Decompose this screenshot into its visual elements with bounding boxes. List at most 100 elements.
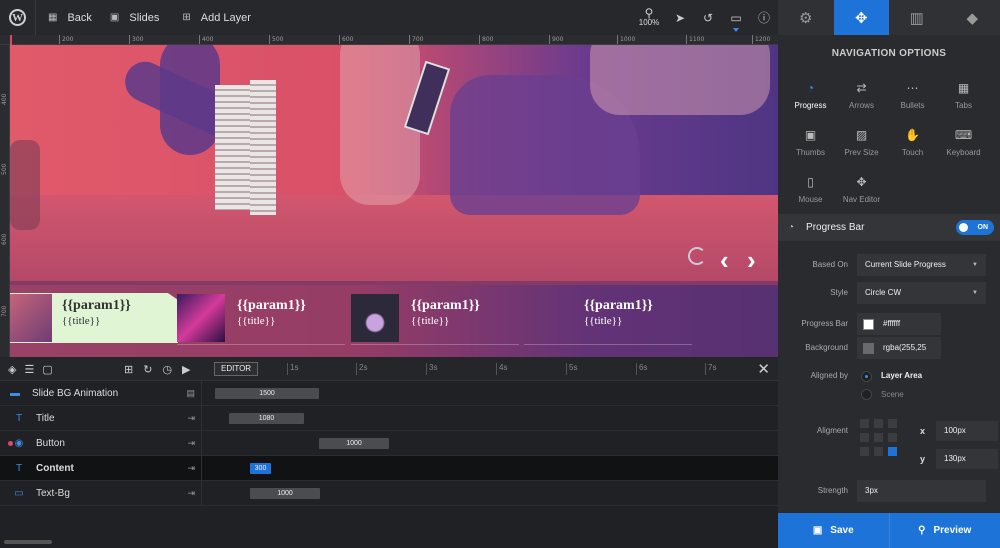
play-icon[interactable]: ▶	[182, 363, 190, 376]
slider-editor: W ▦ Back ▣ Slides ⊞ Add Layer ⚲ 100% ➤ ↺ ▭ ⓘ…	[0, 0, 1000, 548]
alignment-grid	[860, 419, 897, 456]
undo-icon[interactable]: ↺	[694, 0, 722, 35]
layer-label[interactable]: ◉ Button ⇥	[0, 431, 202, 456]
y-offset-input[interactable]: 130px	[936, 449, 998, 469]
keyboard-icon: ⌨	[954, 128, 973, 142]
timeline-bar[interactable]: 1000	[250, 488, 320, 499]
navigation-options-grid: ◔ Progress ⇄ Arrows ⋯ Bullets ▦ Tabs ▣ Thumbs…	[778, 73, 1000, 214]
nav-option-arrows[interactable]: ⇄ Arrows	[836, 81, 887, 120]
timeline-row[interactable]: ◉ Button ⇥ 1000	[0, 431, 778, 456]
timeline-row[interactable]: ▭ Text-Bg ⇥ 1000	[0, 481, 778, 506]
loop-icon[interactable]: ↻	[143, 363, 152, 376]
pointer-icon[interactable]: ➤	[666, 0, 694, 35]
style-row: Style Circle CW ▼	[778, 282, 1000, 304]
align-top-left[interactable]	[860, 419, 869, 428]
color-value: rgba(255,25	[883, 343, 927, 352]
layer-label[interactable]: T Title ⇥	[0, 406, 202, 431]
tab-settings[interactable]: ⚙	[778, 0, 834, 35]
tab-layers[interactable]: ◆	[944, 0, 1000, 35]
wordpress-logo[interactable]: W	[0, 0, 36, 35]
background-color-picker[interactable]: rgba(255,25	[857, 337, 941, 359]
align-bottom-center[interactable]	[874, 447, 883, 456]
nav-option-prev-size[interactable]: ▨ Prev Size	[836, 128, 887, 167]
timeline-playback-tools: ⊞ ↻ ◷ ▶	[124, 357, 191, 381]
prev-arrow-icon[interactable]: ‹	[720, 245, 729, 276]
align-top-right[interactable]	[888, 419, 897, 428]
layers-icon[interactable]: ◈	[8, 363, 16, 376]
toolbar-right: ⚲ 100% ➤ ↺ ▭ ⓘ	[632, 0, 778, 35]
radio-layer-area[interactable]	[861, 371, 872, 382]
progress-bar-settings: Based On Current Slide Progress ▼ Style C…	[778, 241, 1000, 513]
thumbnail-item[interactable]: {{param1}} {{title}}	[10, 293, 178, 343]
back-button[interactable]: ▦ Back	[36, 0, 101, 35]
style-select[interactable]: Circle CW ▼	[857, 282, 986, 304]
x-offset-input[interactable]: 100px	[936, 421, 998, 441]
timeline-row[interactable]: ▬ Slide BG Animation ▤ 1500	[0, 381, 778, 406]
align-middle-right[interactable]	[888, 433, 897, 442]
block-tower	[215, 85, 251, 210]
nav-option-nav-editor[interactable]: ✥ Nav Editor	[836, 175, 887, 214]
timeline-bar[interactable]: 1000	[319, 438, 389, 449]
align-middle-center[interactable]	[874, 433, 883, 442]
help-icon[interactable]: ⓘ	[750, 0, 778, 35]
strength-input[interactable]: 3px	[857, 480, 986, 502]
list-icon[interactable]: ☰	[24, 363, 34, 376]
thumbnail-image	[177, 294, 225, 342]
zoom-control[interactable]: ⚲ 100%	[632, 0, 666, 35]
save-button[interactable]: ▣ Save	[778, 513, 889, 548]
progress-bar-color-picker[interactable]: #ffffff	[857, 313, 941, 335]
nav-option-progress[interactable]: ◔ Progress	[785, 81, 836, 120]
thumbnail-text: {{param1}} {{title}}	[411, 298, 480, 327]
close-icon[interactable]: ✕	[757, 360, 770, 378]
tab-slides[interactable]: ▥	[889, 0, 945, 35]
image-stack-icon: ▤	[186, 388, 195, 398]
nav-option-mouse[interactable]: ▯ Mouse	[785, 175, 836, 214]
nav-option-tabs[interactable]: ▦ Tabs	[938, 81, 989, 120]
based-on-select[interactable]: Current Slide Progress ▼	[857, 254, 986, 276]
timeline-bar[interactable]: 1080	[229, 413, 304, 424]
timeline-scrollbar[interactable]	[4, 540, 52, 544]
slides-button[interactable]: ▣ Slides	[101, 0, 168, 35]
align-bottom-right[interactable]	[888, 447, 897, 456]
end-marker-icon[interactable]: ⇥	[187, 438, 195, 449]
nav-option-bullets[interactable]: ⋯ Bullets	[887, 81, 938, 120]
add-layer-button[interactable]: ⊞ Add Layer	[168, 0, 260, 35]
layer-label[interactable]: ▭ Text-Bg ⇥	[0, 481, 202, 506]
layer-label[interactable]: ▬ Slide BG Animation ▤	[0, 381, 202, 406]
progress-bar-toggle[interactable]: ON	[956, 220, 994, 235]
nav-option-touch[interactable]: ✋ Touch	[887, 128, 938, 167]
text-icon: T	[15, 463, 23, 474]
radio-scene[interactable]	[861, 389, 872, 400]
align-top-center[interactable]	[874, 419, 883, 428]
nav-option-keyboard[interactable]: ⌨ Keyboard	[938, 128, 989, 167]
slide-canvas[interactable]: ‹ › {{param1}} {{title}} {{param1}} {{titl…	[10, 45, 778, 357]
next-arrow-icon[interactable]: ›	[747, 245, 756, 276]
layer-name: Content	[36, 463, 74, 474]
end-marker-icon[interactable]: ⇥	[187, 463, 195, 474]
timeline-row[interactable]: T Title ⇥ 1080	[0, 406, 778, 431]
field-label: Progress Bar	[801, 319, 848, 328]
thumbnail-item[interactable]: {{param1}} {{title}}	[524, 293, 692, 345]
layer-label[interactable]: T Content ⇥	[0, 456, 202, 481]
grid-view-icon[interactable]: ⊞	[124, 363, 133, 376]
folder-icon[interactable]: ▢	[42, 363, 52, 376]
thumbnail-item[interactable]: {{param1}} {{title}}	[177, 293, 345, 345]
timeline-row[interactable]: T Content ⇥ 300	[0, 456, 778, 481]
end-marker-icon[interactable]: ⇥	[187, 413, 195, 424]
editor-tag[interactable]: EDITOR	[214, 362, 259, 376]
thumbnail-item[interactable]: {{param1}} {{title}}	[351, 293, 519, 345]
end-marker-icon[interactable]: ⇥	[187, 488, 195, 499]
tab-navigation[interactable]: ✥	[833, 0, 889, 35]
field-label: Background	[805, 343, 848, 352]
touch-icon: ✋	[905, 128, 920, 142]
timeline-bar[interactable]: 300	[250, 463, 271, 474]
nav-option-thumbs[interactable]: ▣ Thumbs	[785, 128, 836, 167]
timeline-bar[interactable]: 1500	[215, 388, 319, 399]
align-middle-left[interactable]	[860, 433, 869, 442]
preview-button[interactable]: ⚲ Preview	[888, 513, 1000, 548]
align-bottom-left[interactable]	[860, 447, 869, 456]
image-icon: ▬	[10, 388, 20, 399]
timer-icon[interactable]: ◷	[162, 363, 172, 376]
ruler-tick: 200	[59, 35, 73, 44]
desktop-view-icon[interactable]: ▭	[722, 0, 750, 35]
